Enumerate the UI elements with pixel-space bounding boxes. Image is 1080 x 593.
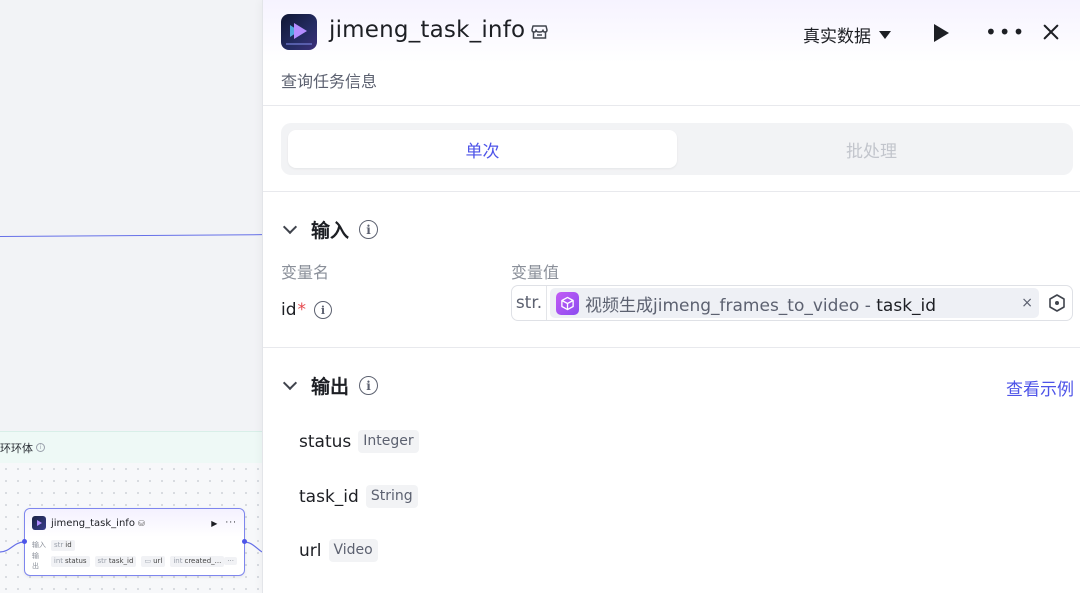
more-options-icon[interactable]: •••	[985, 22, 1026, 42]
type-prefix[interactable]: str.	[512, 286, 547, 320]
input-port[interactable]	[22, 539, 27, 544]
output-field-type: String	[365, 485, 418, 508]
node-title[interactable]: jimeng_task_info	[329, 17, 525, 43]
tab-single[interactable]: 单次	[288, 130, 677, 168]
output-field-name: url	[299, 540, 322, 561]
chip-name: task_id	[108, 556, 134, 565]
plugin-logo-icon	[32, 516, 46, 530]
info-icon[interactable]: i	[314, 301, 333, 319]
data-source-select[interactable]: 真实数据	[803, 22, 891, 47]
mini-node-outputs: 输出 int status str task_id ▭ url int created_…	[25, 552, 244, 570]
chip-prefix: int	[53, 556, 64, 565]
output-field-name: task_id	[299, 486, 359, 507]
output-port[interactable]	[242, 539, 247, 544]
variable-name-id: id * i	[281, 300, 333, 320]
mode-tabs-wrapper: 单次 批处理	[263, 106, 1080, 192]
output-field-row: task_id String	[299, 485, 418, 508]
input-section-header[interactable]: 输入 i	[281, 216, 379, 243]
chip-prefix: str	[54, 540, 64, 549]
chip-name: status	[65, 556, 87, 565]
node-description: 查询任务信息	[281, 72, 378, 91]
mini-node-title: jimeng_task_info	[51, 517, 135, 529]
output-section-title: 输出	[311, 376, 350, 398]
chip-name: id	[65, 540, 72, 549]
mini-node-jimeng-task-info[interactable]: jimeng_task_info ⛁ ▶ ··· 输入 str id 输出 int…	[24, 508, 245, 576]
output-section: 输出 i 查看示例 status Integer task_id String …	[263, 348, 1080, 592]
plugin-logo-icon	[281, 14, 317, 50]
mini-input-chip: str id	[51, 539, 75, 551]
mini-output-chip: int status	[50, 555, 90, 567]
clear-icon[interactable]: ×	[1021, 295, 1033, 311]
run-play-icon[interactable]	[934, 24, 949, 42]
data-source-label: 真实数据	[803, 27, 871, 47]
mini-more-outputs[interactable]: ···	[224, 557, 237, 565]
variable-value-field[interactable]: str. 视频生成jimeng_frames_to_video - task_i…	[511, 285, 1073, 321]
output-section-header[interactable]: 输出 i	[281, 372, 379, 399]
cube-icon	[556, 291, 579, 315]
chevron-down-icon[interactable]	[282, 375, 298, 391]
loop-label: 环环体	[0, 441, 33, 455]
mini-output-chip: ▭ url	[141, 555, 166, 567]
chip-prefix: int	[173, 556, 183, 565]
workflow-canvas[interactable]: 环环体 i jimeng_task_info ⛁ ▶ ··· 输入 str id …	[0, 0, 262, 593]
chevron-down-icon[interactable]	[282, 219, 298, 235]
connection-edge[interactable]	[0, 234, 262, 237]
variable-reference-chip[interactable]: 视频生成jimeng_frames_to_video - task_id ×	[550, 288, 1039, 318]
mini-output-chip: int created_...	[170, 555, 225, 567]
mini-more-icon[interactable]: ···	[225, 518, 237, 528]
reference-field: task_id	[876, 295, 937, 316]
view-example-link[interactable]: 查看示例	[1006, 375, 1074, 400]
reference-separator: -	[859, 295, 877, 316]
chip-name: created_...	[184, 556, 222, 565]
info-icon: i	[36, 443, 45, 452]
variable-name-label: id	[281, 300, 297, 320]
mini-input-label: 输入	[32, 541, 46, 549]
loop-container-header[interactable]: 环环体 i	[0, 431, 262, 463]
required-mark: *	[297, 300, 307, 320]
reference-text: 视频生成jimeng_frames_to_video - task_id	[585, 291, 936, 316]
output-field-row: url Video	[299, 539, 378, 562]
store-icon	[531, 25, 548, 39]
input-section: 输入 i 变量名 变量值 id * i str. 视频生成jimeng_fram…	[263, 192, 1080, 348]
chip-name: url	[153, 556, 163, 565]
tab-batch[interactable]: 批处理	[677, 130, 1066, 168]
output-field-row: status Integer	[299, 430, 419, 453]
output-field-type: Video	[328, 539, 378, 562]
info-icon[interactable]: i	[359, 220, 379, 239]
mini-output-chip: str task_id	[94, 555, 137, 567]
mini-play-icon[interactable]: ▶	[211, 519, 217, 528]
chip-prefix: str	[97, 556, 107, 565]
reference-source: 视频生成jimeng_frames_to_video	[585, 295, 860, 316]
panel-header: jimeng_task_info 查询任务信息 真实数据 •••	[263, 0, 1080, 106]
variable-select-icon[interactable]	[1042, 293, 1072, 313]
node-detail-panel: jimeng_task_info 查询任务信息 真实数据 ••• 单次 批处理 …	[262, 0, 1080, 593]
store-icon: ⛁	[137, 518, 145, 528]
close-icon[interactable]	[1041, 22, 1061, 42]
output-field-name: status	[299, 431, 352, 452]
column-header-value: 变量值	[511, 263, 560, 282]
column-header-name: 变量名	[281, 263, 330, 282]
mini-node-inputs: 输入 str id	[25, 537, 244, 553]
caret-down-icon	[879, 30, 891, 39]
info-icon[interactable]: i	[359, 376, 379, 395]
mini-output-label: 输出	[32, 552, 39, 570]
mode-tabs: 单次 批处理	[281, 123, 1073, 175]
video-icon: ▭	[144, 556, 152, 565]
outgoing-edge	[244, 541, 262, 553]
input-section-title: 输入	[311, 220, 350, 242]
output-field-type: Integer	[358, 430, 419, 453]
